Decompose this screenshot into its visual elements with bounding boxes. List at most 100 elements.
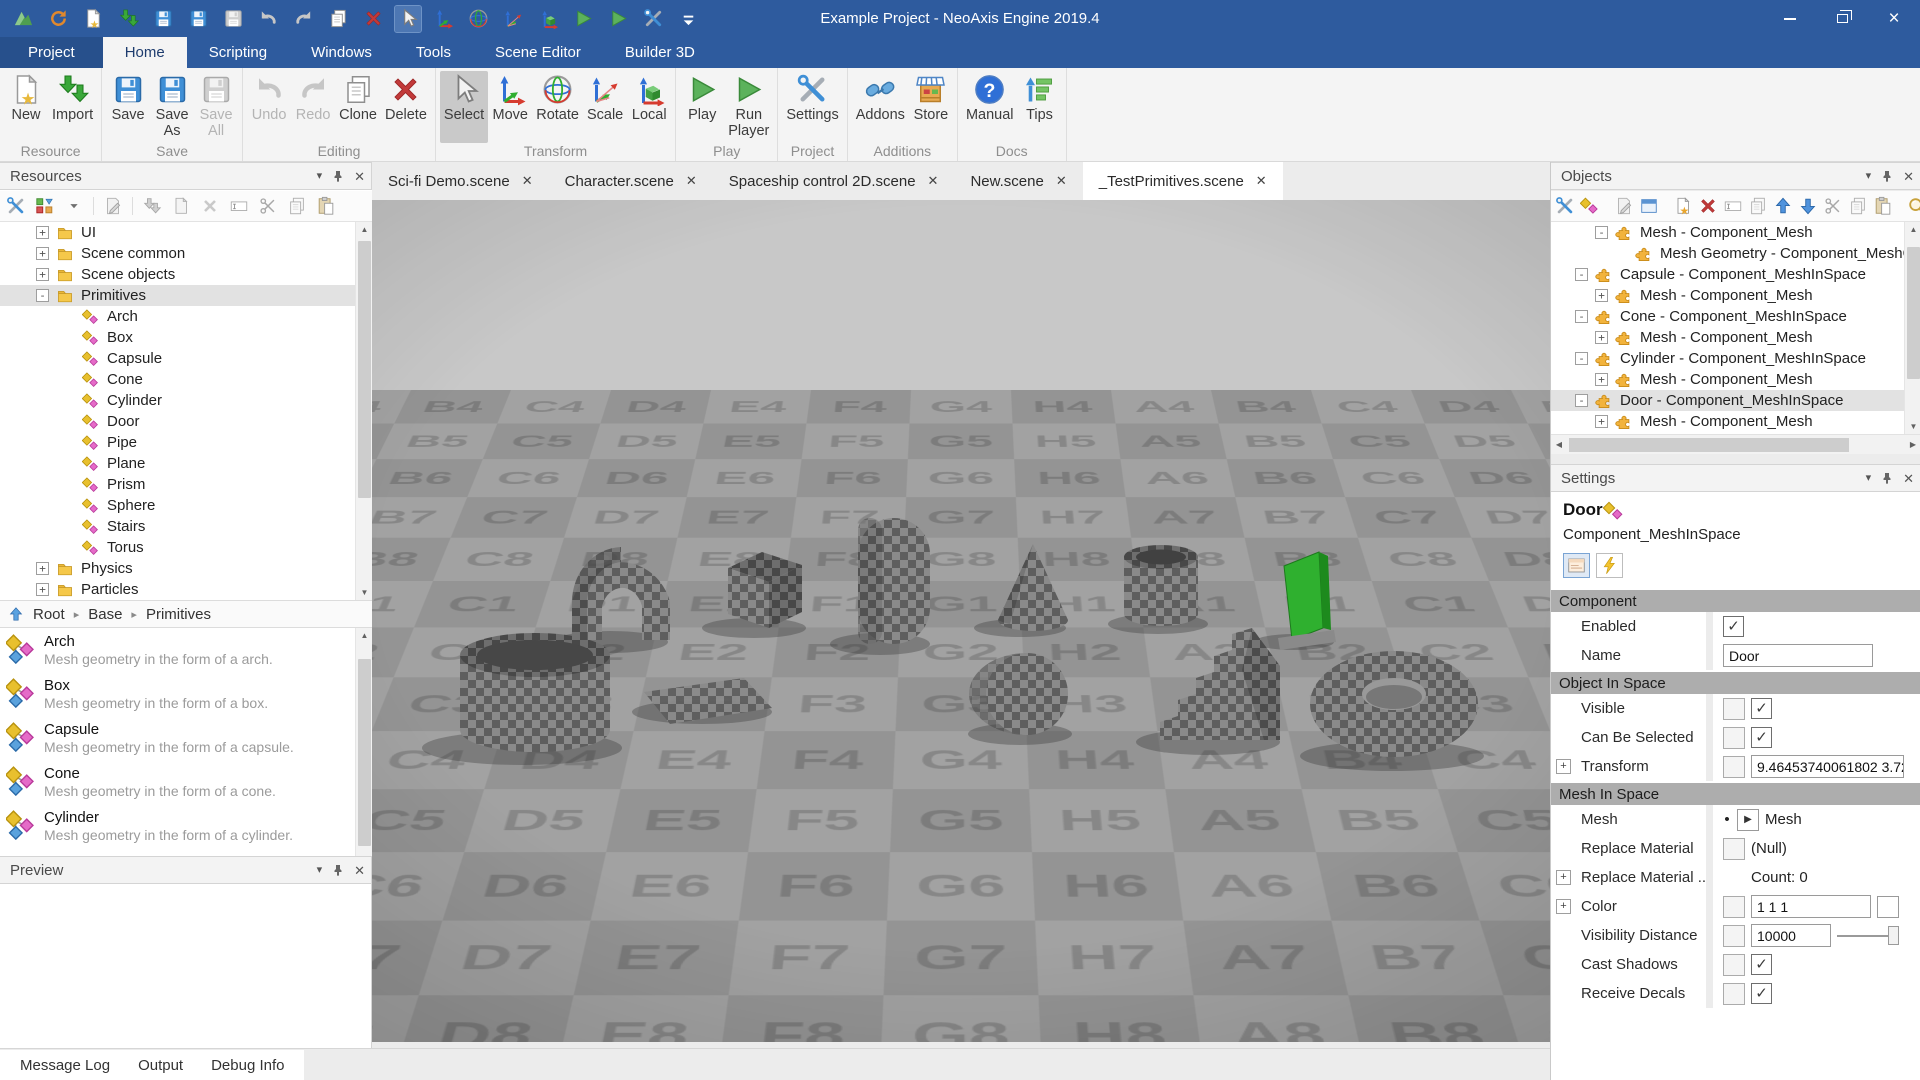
scissors-icon[interactable] bbox=[256, 194, 280, 218]
breadcrumb-item-root[interactable]: Root bbox=[33, 606, 65, 623]
resources-menu-icon[interactable]: ▾ bbox=[317, 171, 323, 182]
expand-icon[interactable]: + bbox=[36, 583, 49, 596]
objects-hscrollbar[interactable]: ◀▶ bbox=[1551, 434, 1920, 454]
expand-icon[interactable]: + bbox=[36, 226, 49, 239]
tree-item-scene-common[interactable]: +Scene common bbox=[0, 243, 372, 264]
bottom-tab-debug-info[interactable]: Debug Info bbox=[197, 1050, 298, 1080]
scene-tab-sci-fi-demo-scene[interactable]: Sci-fi Demo.scene✕ bbox=[372, 162, 549, 200]
expand-icon[interactable]: + bbox=[1556, 759, 1571, 774]
settings-menu-icon[interactable]: ▾ bbox=[1866, 473, 1872, 484]
settings-pin-icon[interactable] bbox=[1881, 472, 1893, 484]
copy-icon[interactable] bbox=[1848, 194, 1868, 218]
tree-item-particles[interactable]: +Particles bbox=[0, 579, 372, 600]
default-value-box[interactable] bbox=[1723, 698, 1745, 720]
qat-save-all-disabled-icon[interactable] bbox=[220, 6, 246, 32]
clone-button[interactable]: Clone bbox=[335, 71, 381, 143]
expand-icon[interactable]: + bbox=[1595, 289, 1608, 302]
qat-local-icon[interactable] bbox=[535, 6, 561, 32]
primitive-sphere[interactable] bbox=[969, 653, 1068, 735]
window-icon[interactable] bbox=[1639, 194, 1659, 218]
res-tree-vscrollbar[interactable]: ▲▼ bbox=[355, 222, 372, 600]
expand-icon[interactable]: + bbox=[36, 247, 49, 260]
arrow-up-icon[interactable] bbox=[1773, 194, 1793, 218]
scene-tab--testprimitives-scene[interactable]: _TestPrimitives.scene✕ bbox=[1083, 162, 1283, 200]
primitive-cylinder[interactable] bbox=[460, 633, 610, 752]
collapse-icon[interactable]: - bbox=[1575, 268, 1588, 281]
expand-icon[interactable]: + bbox=[36, 562, 49, 575]
checkbox[interactable]: ✓ bbox=[1723, 616, 1744, 637]
tree-item-mesh-component-mesh[interactable]: +Mesh - Component_Mesh bbox=[1551, 327, 1920, 348]
tree-item-mesh-component-mesh[interactable]: +Mesh - Component_Mesh bbox=[1551, 411, 1920, 432]
qat-neoaxis-logo-icon[interactable] bbox=[10, 6, 36, 32]
expand-icon[interactable]: + bbox=[1595, 373, 1608, 386]
tree-item-ui[interactable]: +UI bbox=[0, 222, 372, 243]
breadcrumb-item-base[interactable]: Base bbox=[88, 606, 122, 623]
menu-tab-windows[interactable]: Windows bbox=[289, 37, 394, 68]
close-tab-icon[interactable]: ✕ bbox=[1256, 173, 1267, 189]
menu-tab-scene-editor[interactable]: Scene Editor bbox=[473, 37, 603, 68]
checkbox[interactable]: ✓ bbox=[1751, 727, 1772, 748]
display-options-icon[interactable] bbox=[33, 194, 57, 218]
expand-icon[interactable]: + bbox=[36, 268, 49, 281]
new-icon[interactable] bbox=[169, 194, 193, 218]
breadcrumb-up-icon[interactable] bbox=[8, 606, 24, 622]
preview-close-icon[interactable]: ✕ bbox=[354, 864, 365, 877]
bottom-tab-output[interactable]: Output bbox=[124, 1050, 197, 1080]
save-button[interactable]: Save bbox=[106, 71, 150, 143]
tree-item-cylinder-component-meshinspace[interactable]: -Cylinder - Component_MeshInSpace bbox=[1551, 348, 1920, 369]
qat-save-icon[interactable] bbox=[185, 6, 211, 32]
resources-pin-icon[interactable] bbox=[332, 170, 344, 182]
tree-item-cone[interactable]: Cone bbox=[0, 369, 372, 390]
objects-pin-icon[interactable] bbox=[1881, 170, 1893, 182]
caret-icon[interactable] bbox=[62, 194, 86, 218]
color-swatch[interactable] bbox=[1877, 896, 1899, 918]
tree-item-stairs[interactable]: Stairs bbox=[0, 516, 372, 537]
settings-button[interactable]: Settings bbox=[782, 71, 842, 143]
minimize-button[interactable] bbox=[1764, 0, 1816, 37]
paste-icon[interactable] bbox=[314, 194, 338, 218]
qat-play-icon[interactable] bbox=[570, 6, 596, 32]
reference-value[interactable]: Mesh bbox=[1765, 811, 1802, 828]
tree-item-cylinder[interactable]: Cylinder bbox=[0, 390, 372, 411]
copy-icon[interactable] bbox=[285, 194, 309, 218]
primitive-stairs[interactable] bbox=[1160, 628, 1280, 740]
edit-page-icon[interactable] bbox=[1614, 194, 1634, 218]
play-button[interactable]: Play bbox=[680, 71, 724, 143]
expand-icon[interactable]: + bbox=[1595, 415, 1608, 428]
qat-clone-icon[interactable] bbox=[325, 6, 351, 32]
tree-item-primitives[interactable]: -Primitives bbox=[0, 285, 372, 306]
properties-button[interactable] bbox=[1563, 553, 1590, 578]
close-button[interactable]: × bbox=[1868, 0, 1920, 37]
scene-tab-spaceship-control-2d-scene[interactable]: Spaceship control 2D.scene✕ bbox=[713, 162, 955, 200]
menu-tab-project[interactable]: Project bbox=[0, 37, 103, 68]
qat-undo-icon[interactable] bbox=[255, 6, 281, 32]
primitive-cone[interactable] bbox=[998, 544, 1068, 631]
qat-move-icon[interactable] bbox=[430, 6, 456, 32]
menu-tab-scripting[interactable]: Scripting bbox=[187, 37, 289, 68]
qat-delete-icon[interactable] bbox=[360, 6, 386, 32]
tree-item-door-component-meshinspace[interactable]: -Door - Component_MeshInSpace bbox=[1551, 390, 1920, 411]
objects-menu-icon[interactable]: ▾ bbox=[1866, 171, 1872, 182]
collapse-icon[interactable]: - bbox=[1575, 352, 1588, 365]
list-item-arch[interactable]: ArchMesh geometry in the form of a arch. bbox=[0, 628, 372, 672]
breadcrumb-item-primitives[interactable]: Primitives bbox=[146, 606, 211, 623]
preview-pin-icon[interactable] bbox=[332, 864, 344, 876]
qat-caret-down-icon[interactable] bbox=[675, 6, 701, 32]
build-icon[interactable] bbox=[4, 194, 28, 218]
primitive-box[interactable] bbox=[728, 552, 802, 628]
tree-item-door[interactable]: Door bbox=[0, 411, 372, 432]
collapse-icon[interactable]: - bbox=[1595, 226, 1608, 239]
checkbox[interactable]: ✓ bbox=[1751, 954, 1772, 975]
menu-tab-tools[interactable]: Tools bbox=[394, 37, 473, 68]
qat-import-icon[interactable] bbox=[115, 6, 141, 32]
obj-tree-vscrollbar[interactable]: ▲▼ bbox=[1904, 222, 1920, 434]
scissors-icon[interactable] bbox=[1823, 194, 1843, 218]
tree-item-prism[interactable]: Prism bbox=[0, 474, 372, 495]
settings-close-icon[interactable]: ✕ bbox=[1903, 472, 1914, 485]
scale-button[interactable]: Scale bbox=[583, 71, 627, 143]
rotate-button[interactable]: Rotate bbox=[532, 71, 583, 143]
default-value-box[interactable] bbox=[1723, 727, 1745, 749]
default-value-box[interactable] bbox=[1723, 896, 1745, 918]
primitive-capsule[interactable] bbox=[858, 518, 930, 644]
import-icon[interactable] bbox=[140, 194, 164, 218]
